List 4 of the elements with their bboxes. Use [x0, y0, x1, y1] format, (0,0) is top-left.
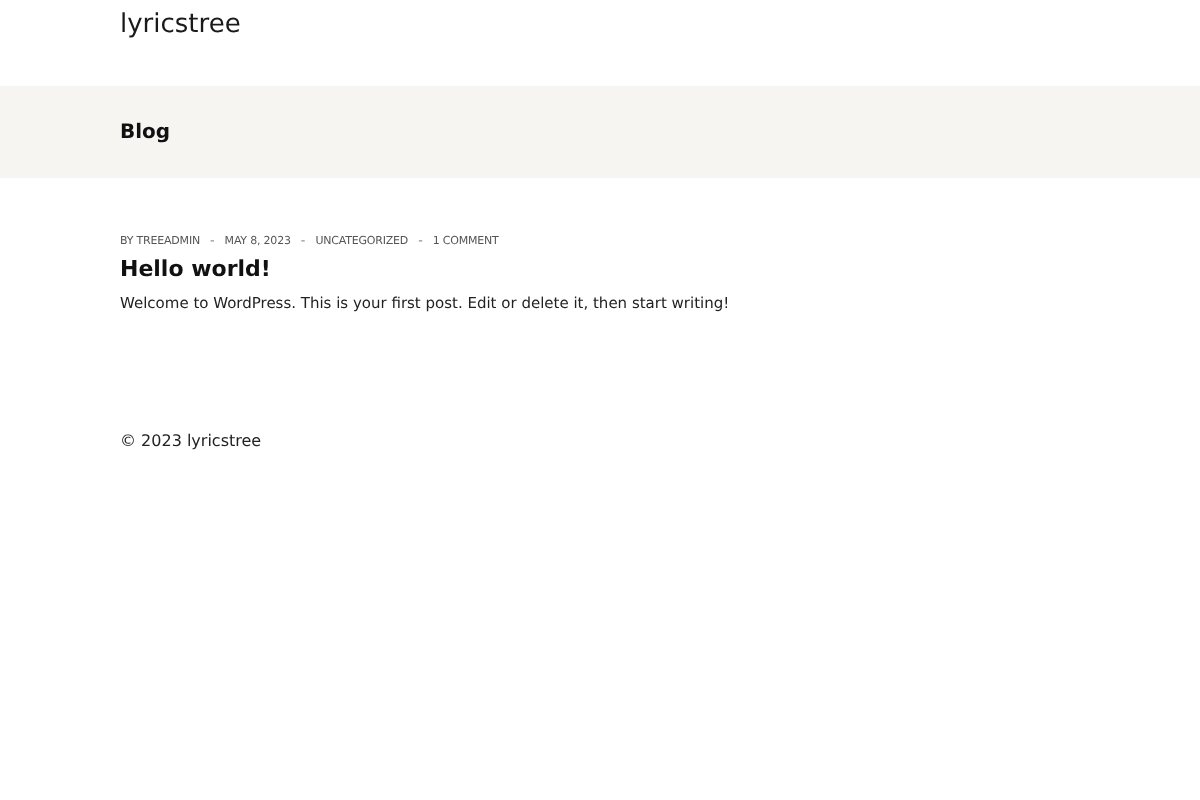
site-title[interactable]: lyricstree [120, 10, 241, 40]
page-title: Blog [120, 121, 171, 143]
copyright-text: © 2023 lyricstree [120, 432, 262, 450]
post-title[interactable]: Hello world! [120, 256, 1080, 282]
